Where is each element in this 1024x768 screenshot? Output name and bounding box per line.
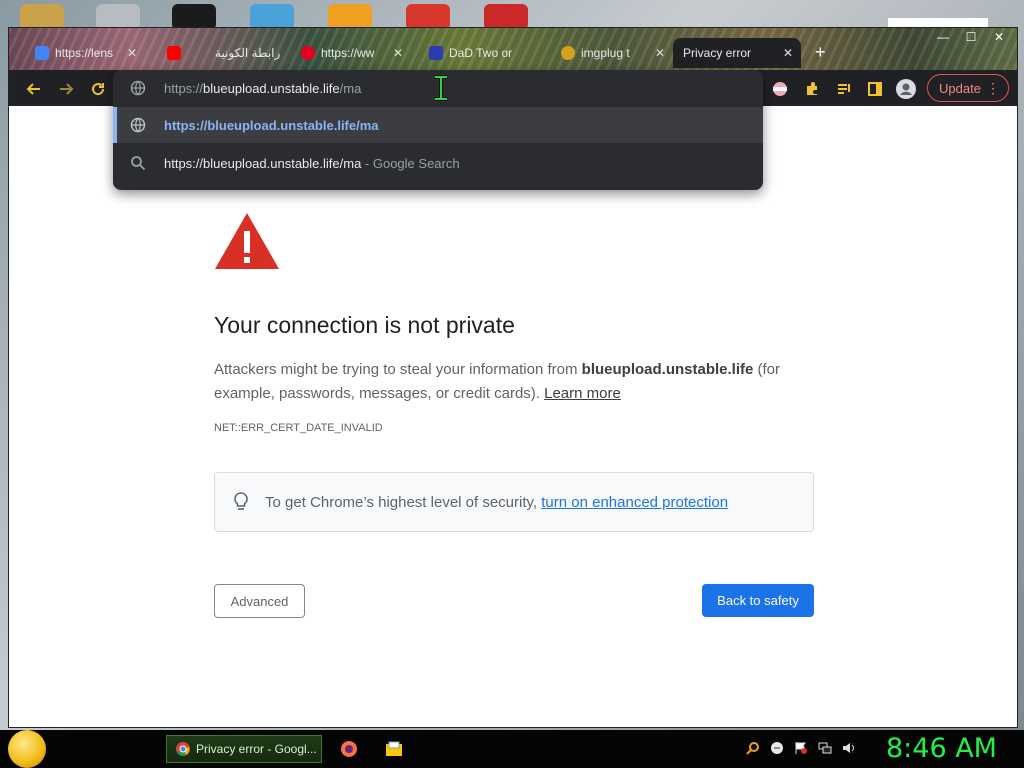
suggestion-url-text: https://blueupload.unstable.life/ma (164, 117, 379, 133)
tab-label: DaD Two or (449, 46, 513, 60)
new-tab-button[interactable]: + (815, 42, 826, 63)
tab-youtube[interactable] (159, 38, 207, 68)
file-manager-icon[interactable] (385, 740, 403, 758)
search-icon (130, 155, 146, 171)
lightbulb-icon (233, 492, 249, 517)
back-to-safety-button[interactable]: Back to safety (702, 584, 814, 617)
tab-label: https://lens (55, 46, 114, 60)
enhanced-text: To get Chrome’s highest level of securit… (265, 494, 542, 511)
tab-label: Privacy error (683, 46, 752, 60)
tab-imgplug[interactable]: imgplug t ✕ (553, 38, 673, 68)
pinterest-icon (301, 46, 315, 60)
reload-icon[interactable] (87, 78, 109, 100)
chrome-icon (176, 742, 190, 756)
tab-label: https://ww (321, 46, 375, 60)
close-tab-icon[interactable]: ✕ (127, 46, 137, 60)
search-tray-icon[interactable] (746, 741, 760, 755)
profile-flag-icon[interactable] (769, 78, 791, 100)
url-path: /ma (339, 80, 362, 96)
search-query: https://blueupload.unstable.life/ma (164, 155, 362, 171)
forward-arrow-icon[interactable] (55, 78, 77, 100)
enhanced-protection-box: To get Chrome’s highest level of securit… (214, 472, 814, 532)
desc-host: blueupload.unstable.life (581, 361, 754, 378)
suggestion-search[interactable]: https://blueupload.unstable.life/ma - Go… (113, 145, 763, 181)
profile-avatar-icon[interactable] (895, 78, 917, 100)
taskbar-chrome-window[interactable]: Privacy error - Googl... (166, 735, 322, 763)
volume-tray-icon[interactable] (842, 741, 856, 755)
side-panel-icon[interactable] (864, 78, 886, 100)
tab-label: imgplug t (581, 46, 630, 60)
tab-pinterest[interactable]: https://ww ✕ (293, 38, 411, 68)
error-code[interactable]: NET::ERR_CERT_DATE_INVALID (214, 422, 383, 434)
tab-lens[interactable]: https://lens ✕ (27, 38, 145, 68)
update-button[interactable]: Update ⋮ (927, 74, 1009, 102)
search-hint: - Google Search (361, 155, 460, 171)
youtube-icon (167, 46, 181, 60)
error-description: Attackers might be trying to steal your … (214, 358, 804, 406)
url-host: blueupload.unstable.life (203, 80, 340, 96)
close-tab-icon[interactable]: ✕ (655, 46, 665, 60)
taskbar: Privacy error - Googl... 8:46 AM (0, 730, 1024, 768)
update-label: Update (939, 80, 981, 96)
minimize-button[interactable]: — (929, 28, 957, 46)
firefox-icon[interactable] (340, 740, 358, 758)
tab-dad[interactable]: DaD Two or (421, 38, 547, 68)
maximize-button[interactable]: ☐ (957, 28, 985, 46)
flag-tray-icon[interactable] (794, 741, 808, 755)
tab-arabic[interactable]: رابطة الكونية (207, 38, 289, 68)
status-tray-icon[interactable] (770, 741, 784, 755)
tab-privacy-error[interactable]: Privacy error ✕ (673, 38, 801, 68)
learn-more-link[interactable]: Learn more (544, 385, 621, 402)
interstitial-page: Your connection is not private Attackers… (9, 106, 1017, 727)
suggestion-url[interactable]: https://blueupload.unstable.life/ma (113, 107, 763, 143)
chart-icon (429, 46, 443, 60)
tab-label: رابطة الكونية (215, 46, 281, 60)
window-close-button[interactable]: ✕ (985, 28, 1013, 46)
start-button-smiley-icon[interactable] (8, 730, 46, 768)
desc-text: Attackers might be trying to steal your … (214, 361, 582, 378)
site-icon (561, 46, 575, 60)
advanced-button[interactable]: Advanced (214, 584, 305, 618)
tab-strip: — ☐ ✕ https://lens ✕ رابطة الكونية https… (9, 28, 1017, 70)
warning-triangle-icon (213, 211, 281, 276)
network-tray-icon[interactable] (818, 741, 832, 755)
close-tab-icon[interactable]: ✕ (393, 46, 403, 60)
globe-icon (130, 117, 146, 133)
extensions-icon[interactable] (801, 78, 823, 100)
menu-dots-icon[interactable]: ⋮ (986, 80, 1000, 97)
media-control-icon[interactable] (833, 78, 855, 100)
page-title: Your connection is not private (214, 312, 515, 338)
task-label: Privacy error - Googl... (196, 742, 317, 756)
taskbar-clock[interactable]: 8:46 AM (886, 733, 997, 764)
text-cursor-icon (428, 75, 454, 106)
globe-icon (130, 80, 146, 96)
url-scheme: https:// (164, 80, 204, 96)
google-icon (35, 46, 49, 60)
enhanced-protection-link[interactable]: turn on enhanced protection (541, 494, 728, 511)
back-arrow-icon[interactable] (23, 78, 45, 100)
close-tab-icon[interactable]: ✕ (783, 46, 793, 60)
